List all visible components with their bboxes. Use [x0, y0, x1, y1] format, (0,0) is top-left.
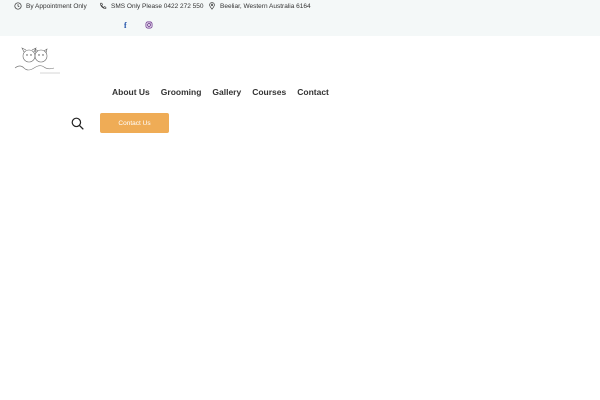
topbar-phone-text: SMS Only Please 0422 272 550 — [111, 2, 204, 10]
topbar-item-hours: By Appointment Only — [14, 2, 87, 10]
nav-item-grooming[interactable]: Grooming — [161, 87, 202, 97]
topbar-hours-text: By Appointment Only — [26, 2, 87, 10]
dog-cat-logo-icon — [14, 47, 60, 74]
site-logo[interactable] — [12, 46, 64, 78]
nav-item-about-us[interactable]: About Us — [112, 87, 150, 97]
topbar-location-text: Beeliar, Western Australia 6164 — [220, 2, 311, 10]
top-info-bar: By Appointment Only SMS Only Please 0422… — [0, 0, 600, 36]
clock-icon — [14, 2, 22, 10]
nav-item-contact[interactable]: Contact — [297, 87, 329, 97]
facebook-icon[interactable]: f — [124, 20, 127, 30]
nav-item-gallery[interactable]: Gallery — [212, 87, 241, 97]
phone-icon — [100, 2, 107, 9]
instagram-icon — [145, 21, 153, 29]
nav-item-courses[interactable]: Courses — [252, 87, 286, 97]
location-pin-icon — [209, 2, 215, 10]
main-nav: About Us Grooming Gallery Courses Contac… — [112, 87, 340, 97]
topbar-item-location: Beeliar, Western Australia 6164 — [208, 2, 311, 10]
topbar-item-phone[interactable]: SMS Only Please 0422 272 550 — [99, 2, 204, 10]
search-icon[interactable] — [71, 117, 84, 130]
instagram-link[interactable] — [145, 20, 153, 30]
contact-us-button[interactable]: Contact Us — [100, 113, 169, 133]
